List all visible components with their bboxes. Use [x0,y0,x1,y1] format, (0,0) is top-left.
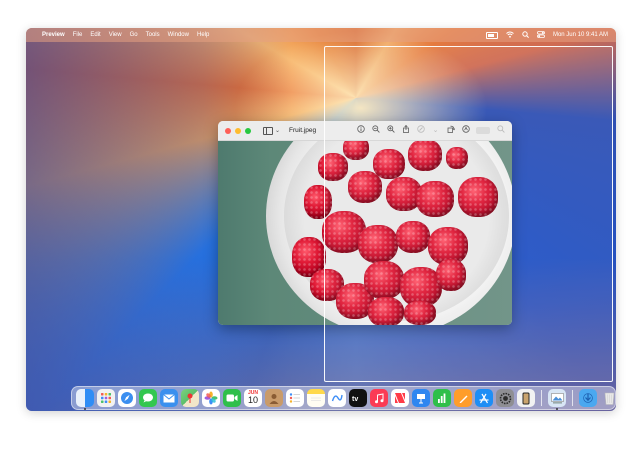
menu-app-name[interactable]: Preview [42,32,65,38]
document-title: Fruit.jpeg [289,127,317,134]
mail-icon[interactable] [160,389,178,407]
numbers-icon[interactable] [433,389,451,407]
calendar-icon[interactable]: JUN 10 [244,389,262,407]
dock-separator [541,390,542,406]
freeform-icon[interactable] [328,389,346,407]
control-center-icon[interactable] [537,30,545,40]
system-settings-icon[interactable] [496,389,514,407]
photos-icon[interactable] [202,389,220,407]
trash-icon[interactable] [600,389,616,407]
facetime-icon[interactable] [223,389,241,407]
music-icon[interactable] [370,389,388,407]
svg-text:tv: tv [352,396,358,402]
desktop: Preview File Edit View Go Tools Window H… [26,28,616,411]
calendar-day-label: 10 [247,395,258,405]
maps-icon[interactable] [181,389,199,407]
finder-icon[interactable] [76,389,94,410]
iphone-mirroring-icon[interactable] [517,389,535,407]
downloads-folder-icon[interactable] [579,389,597,407]
wifi-icon[interactable] [506,31,514,40]
menu-bar: Preview File Edit View Go Tools Window H… [26,28,616,42]
apple-tv-icon[interactable]: tv [349,389,367,407]
menu-edit[interactable]: Edit [90,32,100,38]
zoom-window-button[interactable] [245,127,251,134]
preview-icon[interactable] [548,389,566,410]
running-indicator [84,408,86,410]
safari-icon[interactable] [118,389,136,407]
menu-bar-clock[interactable]: Mon Jun 10 9:41 AM [553,32,608,38]
battery-icon[interactable] [485,31,498,39]
menu-tools[interactable]: Tools [146,32,160,38]
chevron-down-icon: ⌄ [275,128,281,134]
spotlight-search-icon[interactable] [522,30,529,40]
running-indicator [556,408,558,410]
sidebar-toggle-button[interactable]: ⌄ [263,126,281,135]
launchpad-icon[interactable] [97,389,115,407]
menu-file[interactable]: File [73,32,83,38]
keynote-icon[interactable] [412,389,430,407]
minimize-window-button[interactable] [235,127,241,134]
reminders-icon[interactable] [286,389,304,407]
dock: JUN 10 tv [71,386,616,410]
menu-view[interactable]: View [109,32,122,38]
menu-go[interactable]: Go [130,32,138,38]
close-window-button[interactable] [225,127,231,134]
messages-icon[interactable] [139,389,157,407]
news-icon[interactable] [391,389,409,407]
dock-separator [572,390,573,406]
contacts-icon[interactable] [265,389,283,407]
notes-icon[interactable] [307,389,325,407]
screenshot-selection-area[interactable] [324,46,613,382]
sidebar-icon [263,126,273,135]
app-store-icon[interactable] [475,389,493,407]
menu-window[interactable]: Window [168,32,189,38]
menu-help[interactable]: Help [197,32,209,38]
pages-icon[interactable] [454,389,472,407]
